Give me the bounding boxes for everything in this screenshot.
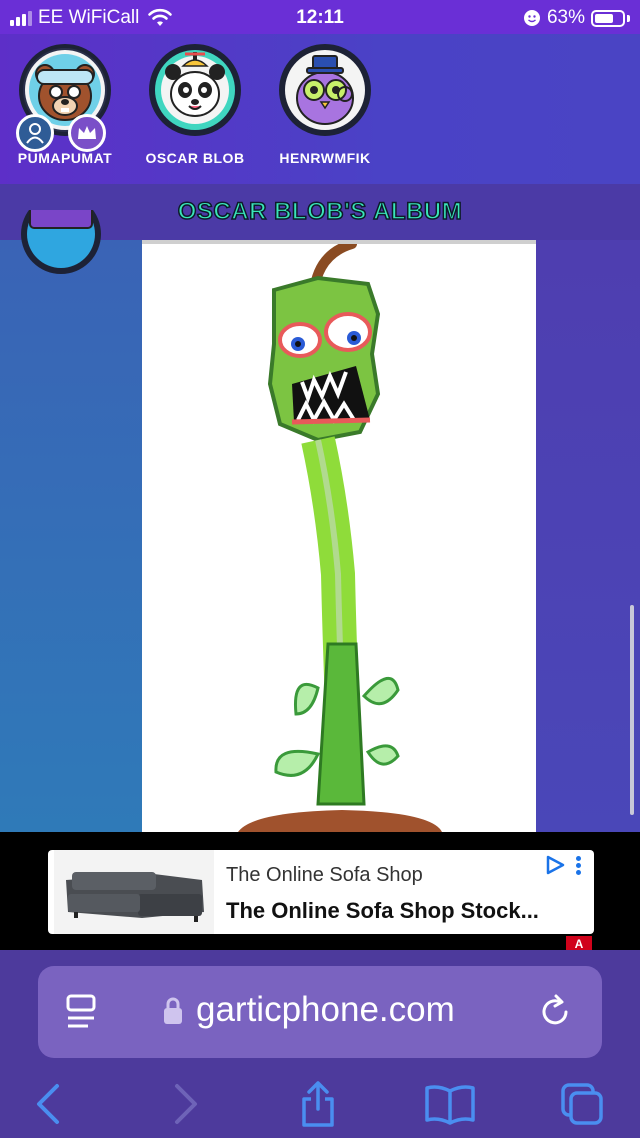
player-pumapumat[interactable]: PUMAPUMAT [0, 44, 130, 166]
ad-subtitle: The Online Sofa Shop Stock... [226, 898, 539, 923]
player-name: HENRWMFIK [279, 150, 371, 166]
player-henrwmfik[interactable]: HENRWMFIK [260, 44, 390, 166]
chevron-left-icon [37, 1084, 59, 1124]
ad-flag: A [566, 936, 592, 951]
player-name: PUMAPUMAT [17, 150, 113, 166]
back-button[interactable] [18, 1076, 78, 1132]
url-text: garticphone.com [196, 990, 455, 1029]
ad-more-icon[interactable] [576, 856, 582, 877]
panda-avatar-icon [149, 44, 241, 136]
album-content [0, 210, 640, 832]
scrollbar[interactable] [630, 605, 634, 815]
plant-monster-drawing [238, 239, 442, 832]
crown-badge-icon [68, 114, 106, 152]
reader-icon[interactable] [64, 994, 98, 1032]
ad-title: The Online Sofa Shop [226, 864, 423, 886]
player-name: OSCAR BLOB [145, 150, 245, 166]
player-oscar-blob[interactable]: OSCAR BLOB [130, 44, 260, 166]
sofa-image [54, 850, 214, 934]
tabs-button[interactable] [552, 1076, 612, 1132]
orientation-lock-icon [523, 10, 540, 26]
chevron-right-icon [175, 1084, 197, 1124]
ad-card[interactable]: The Online Sofa Shop The Online Sofa Sho… [48, 850, 594, 934]
status-bar: EE WiFiCall 12:11 63% [0, 0, 640, 34]
partial-avatar-icon [18, 210, 104, 278]
user-badge-icon [16, 114, 54, 152]
share-icon [302, 1081, 334, 1127]
adchoices-play-icon[interactable] [544, 854, 566, 876]
lock-icon [164, 997, 182, 1024]
battery-icon [591, 9, 625, 27]
book-icon [425, 1085, 475, 1125]
battery-percent: 63% [546, 7, 585, 28]
share-button[interactable] [288, 1076, 348, 1132]
drawing-canvas [142, 239, 536, 832]
reload-icon[interactable] [538, 992, 574, 1030]
browser-toolbar [0, 1070, 640, 1138]
forward-button[interactable] [156, 1076, 216, 1132]
owl-avatar-icon [279, 44, 371, 136]
ad-banner: The Online Sofa Shop The Online Sofa Sho… [0, 832, 640, 951]
address-bar[interactable]: garticphone.com [38, 966, 602, 1058]
browser-chrome: garticphone.com [0, 950, 640, 1138]
bookmarks-button[interactable] [420, 1076, 480, 1132]
players-bar: PUMAPUMAT OSCAR BLOB HENRWMFIK [0, 34, 640, 184]
tabs-icon [561, 1083, 603, 1125]
